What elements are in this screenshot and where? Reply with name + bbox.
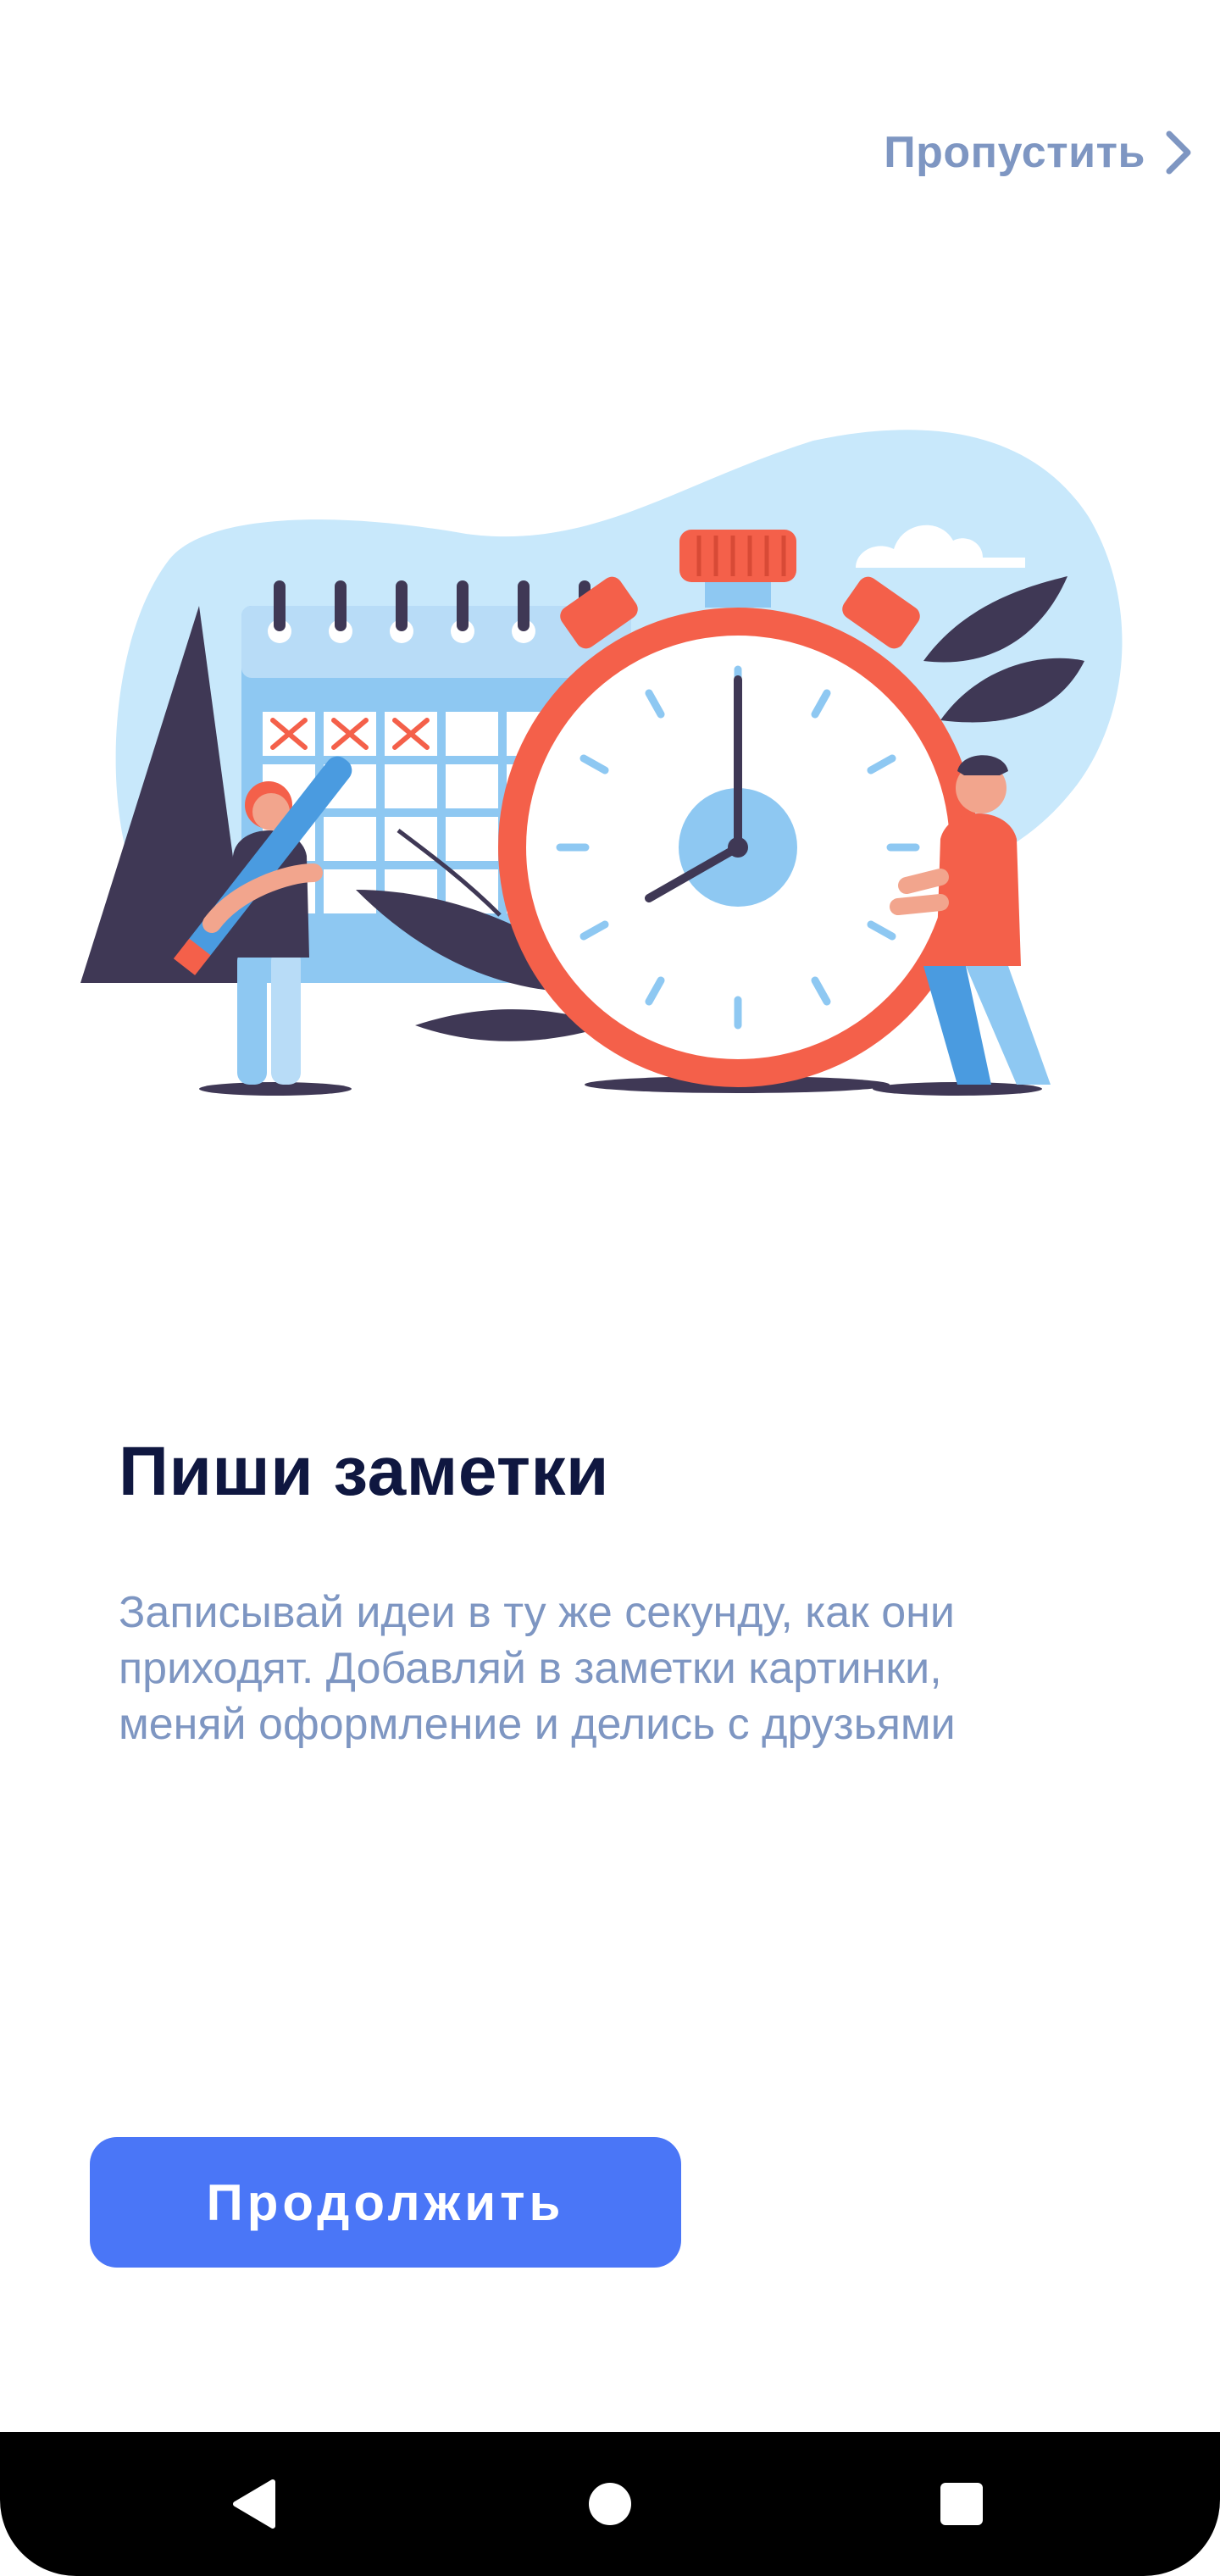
nav-home-button[interactable] bbox=[555, 2449, 665, 2559]
skip-button[interactable]: Пропустить bbox=[884, 125, 1195, 180]
page-description: Записывай идеи в ту же секунду, как они … bbox=[119, 1588, 956, 1749]
nav-recent-apps-button[interactable] bbox=[907, 2449, 1017, 2559]
page-title: Пиши заметки bbox=[119, 1433, 609, 1510]
recent-apps-square-icon bbox=[940, 2483, 983, 2525]
calendar-stopwatch-illustration bbox=[80, 430, 1123, 1096]
ground-shadow-woman bbox=[199, 1082, 352, 1096]
stopwatch-pivot bbox=[728, 837, 748, 858]
system-navigation-bar bbox=[0, 2432, 1220, 2576]
chevron-right-icon bbox=[1166, 130, 1191, 175]
continue-button[interactable]: Продолжить bbox=[90, 2137, 681, 2268]
home-circle-icon bbox=[589, 2483, 631, 2525]
nav-back-button[interactable] bbox=[199, 2449, 309, 2559]
stopwatch-stem bbox=[705, 582, 771, 608]
skip-label: Пропустить bbox=[884, 128, 1145, 177]
back-triangle-icon bbox=[233, 2479, 275, 2529]
